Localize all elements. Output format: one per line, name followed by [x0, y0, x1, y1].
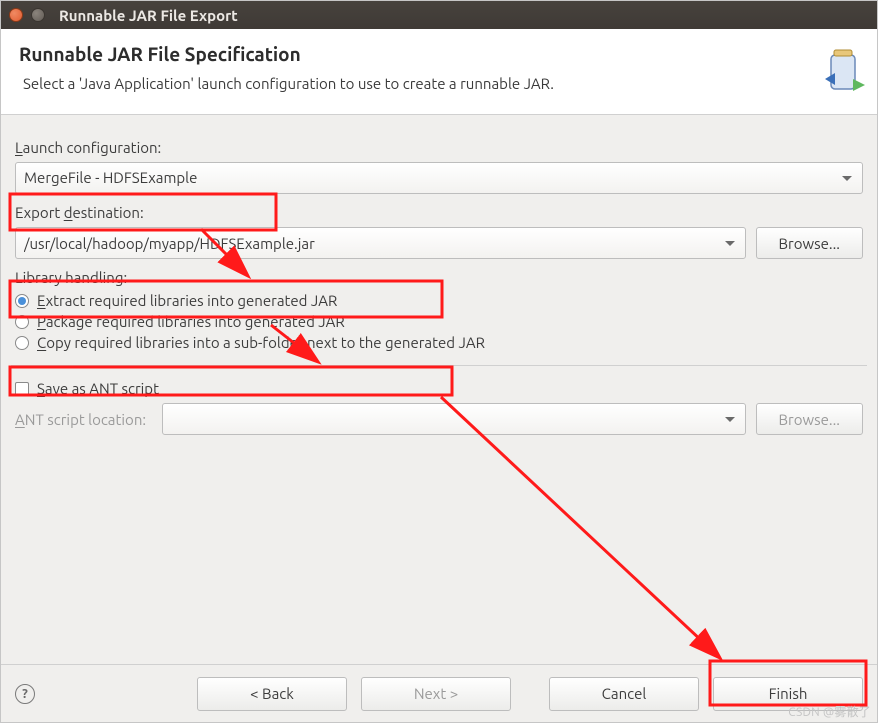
checkbox-icon [15, 382, 29, 396]
radio-icon [15, 294, 29, 308]
radio-copy[interactable]: Copy required libraries into a sub-folde… [15, 334, 863, 351]
dialog-window: Runnable JAR File Export Runnable JAR Fi… [0, 0, 878, 723]
launch-config-value: MergeFile - HDFSExample [24, 162, 197, 194]
radio-icon [15, 315, 29, 329]
header-panel: Runnable JAR File Specification Select a… [1, 29, 877, 115]
ant-script-location-combo [162, 403, 745, 435]
content-area: Launch configuration: MergeFile - HDFSEx… [1, 115, 877, 664]
back-button[interactable]: < Back [197, 677, 347, 711]
export-dest-input[interactable] [24, 228, 709, 258]
browse-dest-button[interactable]: Browse... [756, 227, 863, 259]
export-dest-combo[interactable] [15, 227, 746, 259]
export-dest-label: Export destination: [15, 204, 863, 221]
close-icon[interactable] [9, 8, 23, 22]
minimize-icon[interactable] [31, 8, 45, 22]
watermark: CSDN @雾散了 [788, 703, 871, 720]
ant-script-location-label: ANT script location: [15, 411, 146, 428]
jar-icon [825, 47, 865, 101]
help-icon[interactable]: ? [15, 684, 35, 704]
save-ant-checkbox[interactable]: Save as ANT script [15, 380, 863, 397]
button-bar: ? < Back Next > Cancel Finish [1, 664, 877, 722]
cancel-button[interactable]: Cancel [549, 677, 699, 711]
title-bar: Runnable JAR File Export [1, 1, 877, 29]
window-title: Runnable JAR File Export [59, 7, 238, 24]
launch-config-label: Launch configuration: [15, 139, 863, 156]
next-button: Next > [361, 677, 511, 711]
radio-extract[interactable]: Extract required libraries into generate… [15, 292, 863, 309]
divider [11, 365, 867, 366]
page-description: Select a 'Java Application' launch confi… [19, 75, 859, 92]
radio-icon [15, 336, 29, 350]
launch-config-combo[interactable]: MergeFile - HDFSExample [15, 162, 863, 194]
library-handling-label: Library handling: [15, 269, 863, 286]
page-title: Runnable JAR File Specification [19, 43, 859, 65]
browse-ant-button: Browse... [756, 403, 863, 435]
radio-package[interactable]: Package required libraries into generate… [15, 313, 863, 330]
